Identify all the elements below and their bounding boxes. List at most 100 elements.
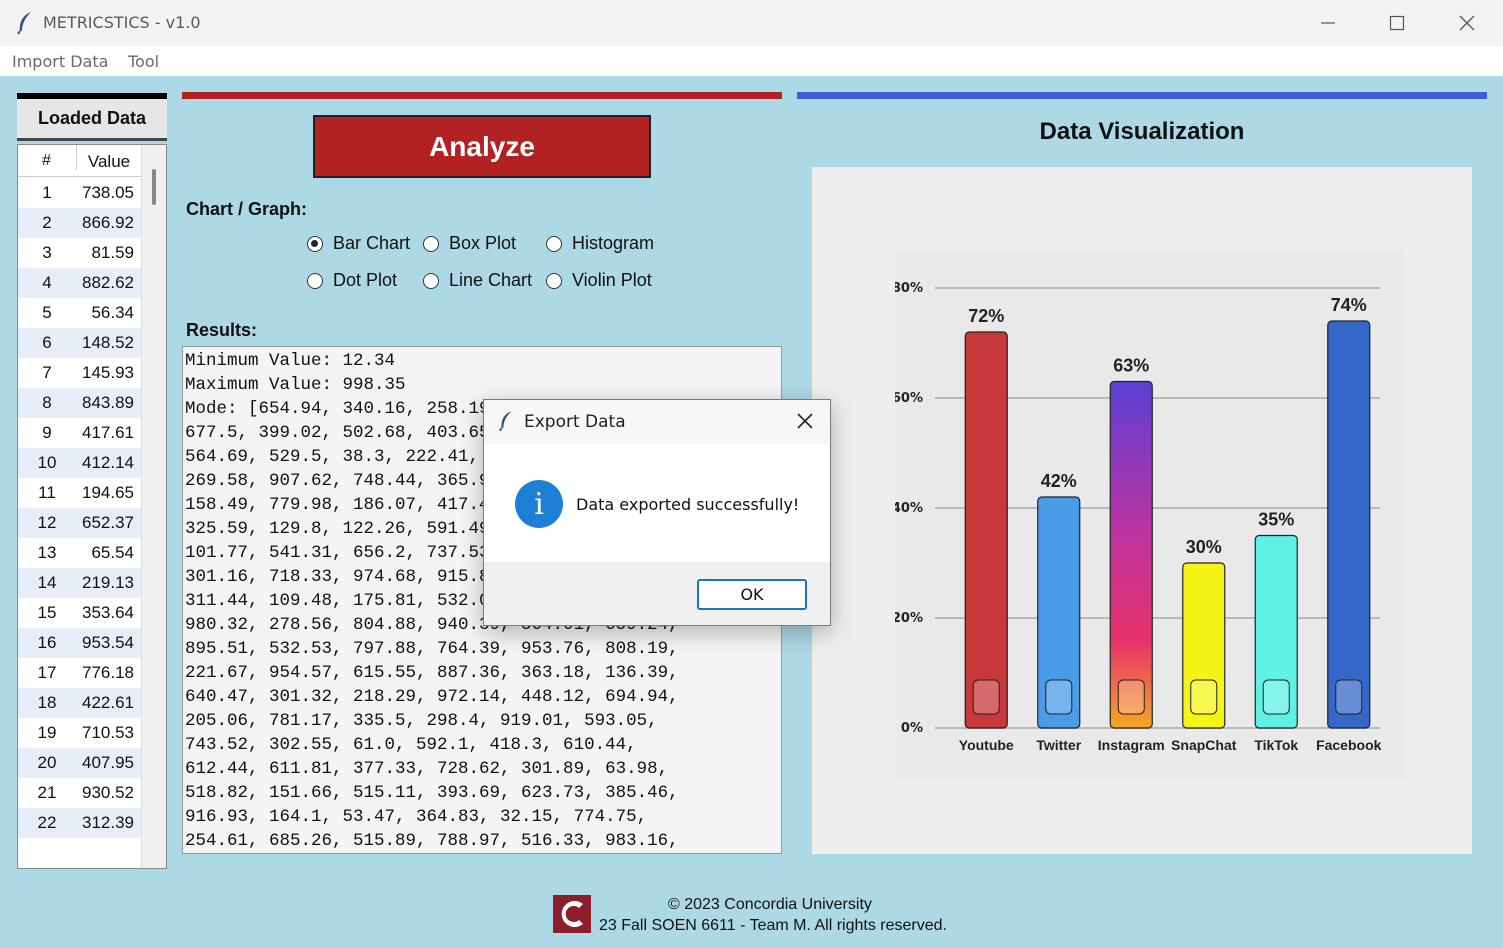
dialog-title: Export Data <box>524 412 626 432</box>
bar-chart-image: 0% 20% 40% 60% 80% 72% Youtube 42% Twitter 63% Ins… <box>892 250 1405 780</box>
table-row[interactable]: 10 412.14 <box>18 448 141 478</box>
visualization-accent-bar <box>797 92 1487 99</box>
y-tick-label: 0% <box>901 721 923 736</box>
table-row[interactable]: 7 145.93 <box>18 358 141 388</box>
twitter-icon <box>1045 679 1073 715</box>
table-row[interactable]: 22 312.39 <box>18 808 141 838</box>
menu-import-data[interactable]: Import Data <box>12 52 108 71</box>
table-row[interactable]: 18 422.61 <box>18 688 141 718</box>
radio-indicator[interactable] <box>423 235 439 252</box>
y-tick-label: 40% <box>895 501 923 516</box>
row-value: 953.54 <box>82 633 134 652</box>
y-tick-label: 80% <box>895 281 923 296</box>
minimize-button[interactable] <box>1293 0 1363 46</box>
table-scrollbar[interactable] <box>141 145 166 868</box>
column-header-number[interactable]: # <box>18 152 75 170</box>
radio-selected-indicator[interactable] <box>307 235 323 252</box>
row-number: 21 <box>37 783 57 802</box>
row-number: 15 <box>37 603 57 622</box>
radio-box-plot[interactable]: Box Plot <box>423 233 516 254</box>
y-tick-label: 60% <box>895 391 923 406</box>
radio-line-chart[interactable]: Line Chart <box>423 270 532 291</box>
radio-indicator[interactable] <box>423 272 439 289</box>
row-value: 148.52 <box>82 333 134 352</box>
menu-tool[interactable]: Tool <box>128 52 159 71</box>
radio-label: Histogram <box>572 233 655 253</box>
row-value: 353.64 <box>82 603 134 622</box>
table-header: # Value <box>18 145 141 177</box>
table-row[interactable]: 11 194.65 <box>18 478 141 508</box>
dialog-close-icon[interactable] <box>794 410 816 432</box>
data-label: 74% <box>1331 295 1367 315</box>
tiktok-icon <box>1262 679 1290 715</box>
bar <box>1327 320 1371 729</box>
bar <box>964 331 1008 729</box>
radio-histogram[interactable]: Histogram <box>546 233 654 254</box>
scrollbar-thumb[interactable] <box>152 169 156 205</box>
table-row[interactable]: 1 738.05 <box>18 178 141 208</box>
x-tick-label: Instagram <box>1098 737 1165 753</box>
table-row[interactable]: 14 219.13 <box>18 568 141 598</box>
row-number: 19 <box>37 723 57 742</box>
table-row[interactable]: 2 866.92 <box>18 208 141 238</box>
dialog-body: i Data exported successfully! <box>484 444 830 562</box>
table-row[interactable]: 4 882.62 <box>18 268 141 298</box>
radio-indicator[interactable] <box>546 235 562 252</box>
radio-violin-plot[interactable]: Violin Plot <box>546 270 652 291</box>
table-row[interactable]: 21 930.52 <box>18 778 141 808</box>
maximize-button[interactable] <box>1362 0 1432 46</box>
minimize-icon <box>1321 22 1335 24</box>
instagram-icon <box>1117 679 1145 715</box>
radio-label: Violin Plot <box>572 270 652 290</box>
table-row[interactable]: 16 953.54 <box>18 628 141 658</box>
table-row[interactable]: 20 407.95 <box>18 748 141 778</box>
row-number: 5 <box>42 303 52 322</box>
close-button[interactable] <box>1432 0 1502 46</box>
table-row[interactable]: 6 148.52 <box>18 328 141 358</box>
row-value: 194.65 <box>82 483 134 502</box>
ok-button[interactable]: OK <box>697 579 807 610</box>
loaded-data-table[interactable]: # Value 1 738.05 2 866.92 3 81.59 4 882.62 5 56.3… <box>17 144 167 869</box>
row-number: 20 <box>37 753 57 772</box>
data-label: 30% <box>1186 537 1222 557</box>
row-number: 16 <box>37 633 57 652</box>
table-row[interactable]: 5 56.34 <box>18 298 141 328</box>
row-number: 3 <box>42 243 52 262</box>
table-row[interactable]: 15 353.64 <box>18 598 141 628</box>
table-row[interactable]: 8 843.89 <box>18 388 141 418</box>
row-number: 6 <box>42 333 52 352</box>
radio-label: Dot Plot <box>333 270 398 290</box>
dialog-message: Data exported successfully! <box>576 495 800 514</box>
column-header-value[interactable]: Value <box>76 145 141 171</box>
data-label: 35% <box>1258 510 1294 530</box>
radio-indicator[interactable] <box>546 272 562 289</box>
row-value: 866.92 <box>82 213 134 232</box>
feather-icon <box>499 411 512 432</box>
row-value: 407.95 <box>82 753 134 772</box>
facebook-icon <box>1335 679 1363 715</box>
row-value: 81.59 <box>91 243 134 262</box>
table-row[interactable]: 12 652.37 <box>18 508 141 538</box>
row-value: 710.53 <box>82 723 134 742</box>
maximize-icon <box>1389 15 1405 31</box>
radio-bar-chart[interactable]: Bar Chart <box>307 233 410 254</box>
row-value: 930.52 <box>82 783 134 802</box>
row-value: 219.13 <box>82 573 134 592</box>
row-number: 1 <box>42 183 52 202</box>
y-tick-label: 20% <box>895 611 923 626</box>
feather-icon <box>17 12 31 35</box>
table-row[interactable]: 3 81.59 <box>18 238 141 268</box>
analyze-button[interactable]: Analyze <box>313 115 651 178</box>
table-row[interactable]: 19 710.53 <box>18 718 141 748</box>
table-row[interactable]: 13 65.54 <box>18 538 141 568</box>
table-row[interactable]: 9 417.61 <box>18 418 141 448</box>
youtube-icon <box>972 679 1000 715</box>
radio-indicator[interactable] <box>307 272 323 289</box>
x-tick-label: Twitter <box>1036 737 1081 753</box>
table-row[interactable]: 17 776.18 <box>18 658 141 688</box>
row-number: 7 <box>42 363 52 382</box>
snapchat-icon <box>1190 679 1218 715</box>
bar <box>1109 380 1153 729</box>
radio-dot-plot[interactable]: Dot Plot <box>307 270 397 291</box>
dialog-title-bar: Export Data <box>484 400 830 444</box>
